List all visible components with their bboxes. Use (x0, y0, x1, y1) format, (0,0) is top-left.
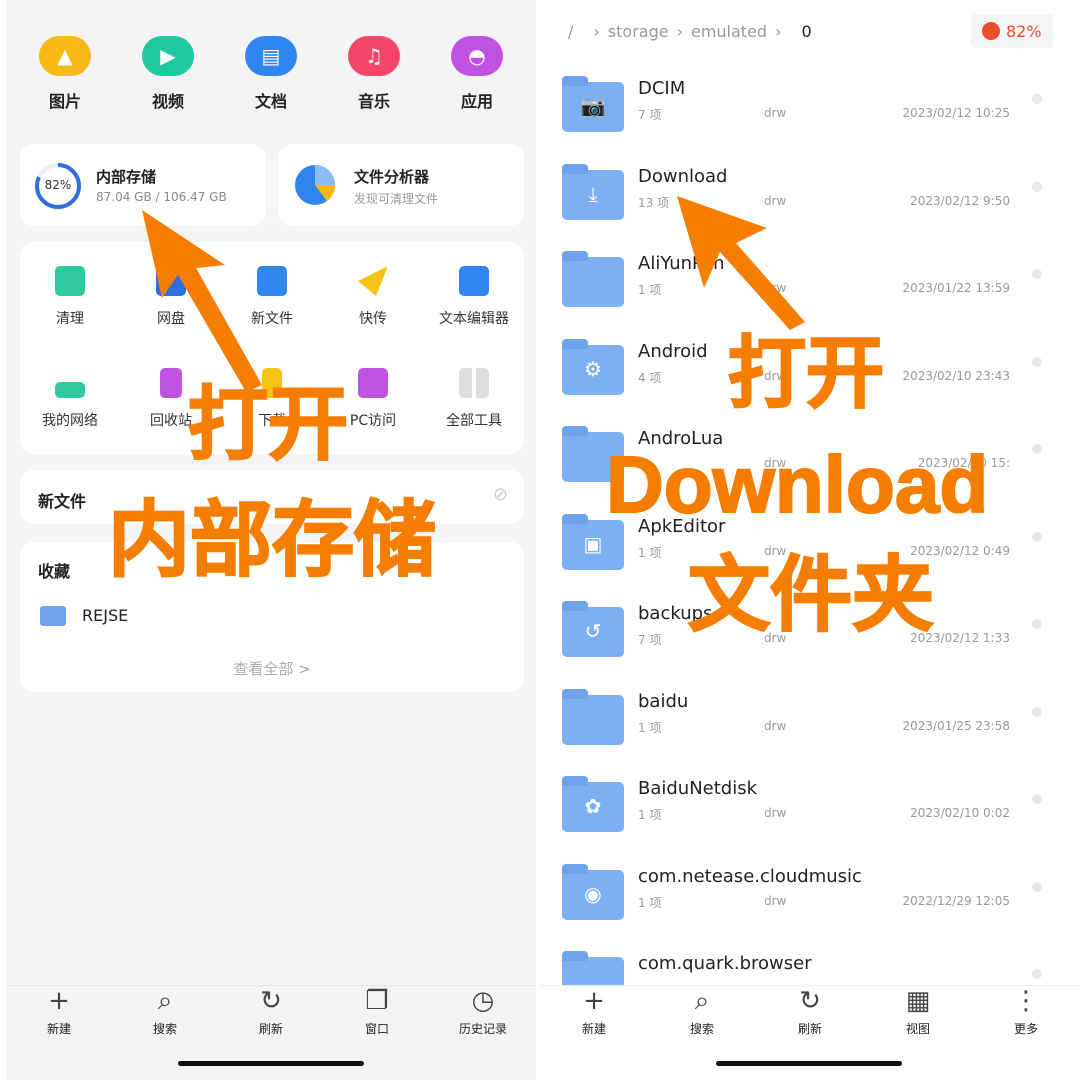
arrow-to-storage (142, 210, 262, 392)
annotation-open-left: 打开 (187, 378, 349, 471)
arrow-to-download (677, 196, 805, 330)
annotation-folder: 文件夹 (687, 548, 935, 643)
annotation-open-right: 打开 (727, 329, 885, 419)
annotation-internal-storage: 内部存储 (107, 493, 437, 588)
annotation-download: Download (605, 440, 989, 529)
